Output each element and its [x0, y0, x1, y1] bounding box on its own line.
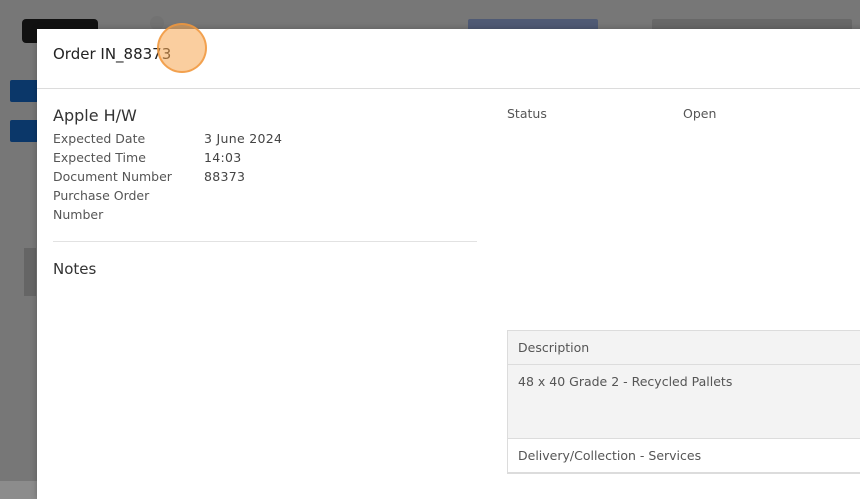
detail-value: 14:03 — [204, 150, 242, 165]
detail-row: Purchase Order Number — [53, 186, 477, 224]
table-row[interactable]: 48 x 40 Grade 2 - Recycled Pallets — [508, 365, 860, 439]
click-indicator — [157, 23, 207, 73]
order-lines-table: Description 48 x 40 Grade 2 - Recycled P… — [507, 330, 860, 474]
detail-label: Document Number — [53, 169, 172, 184]
detail-value: 3 June 2024 — [204, 131, 283, 146]
table-section-header: Delivery/Collection - Services — [508, 439, 860, 473]
order-modal: Order IN_88373 Apple H/W Expected Date 3… — [37, 23, 860, 499]
notes-heading: Notes — [53, 260, 97, 278]
detail-row: Expected Time 14:03 — [53, 148, 477, 167]
status-value: Open — [683, 106, 717, 121]
table-header-description: Description — [508, 331, 860, 365]
modal-header: Order IN_88373 — [37, 23, 860, 89]
status-label: Status — [507, 106, 547, 121]
detail-row: Expected Date 3 June 2024 — [53, 129, 477, 148]
detail-label: Expected Date — [53, 131, 146, 146]
order-details: Apple H/W Expected Date 3 June 2024 Expe… — [53, 106, 477, 278]
detail-label: Expected Time — [53, 150, 146, 165]
detail-value: 88373 — [204, 169, 246, 184]
detail-label: Purchase Order Number — [53, 188, 150, 222]
supplier-name: Apple H/W — [53, 106, 137, 125]
modal-title: Order IN_88373 — [53, 45, 172, 63]
section-divider — [53, 241, 477, 242]
detail-row: Document Number 88373 — [53, 167, 477, 186]
